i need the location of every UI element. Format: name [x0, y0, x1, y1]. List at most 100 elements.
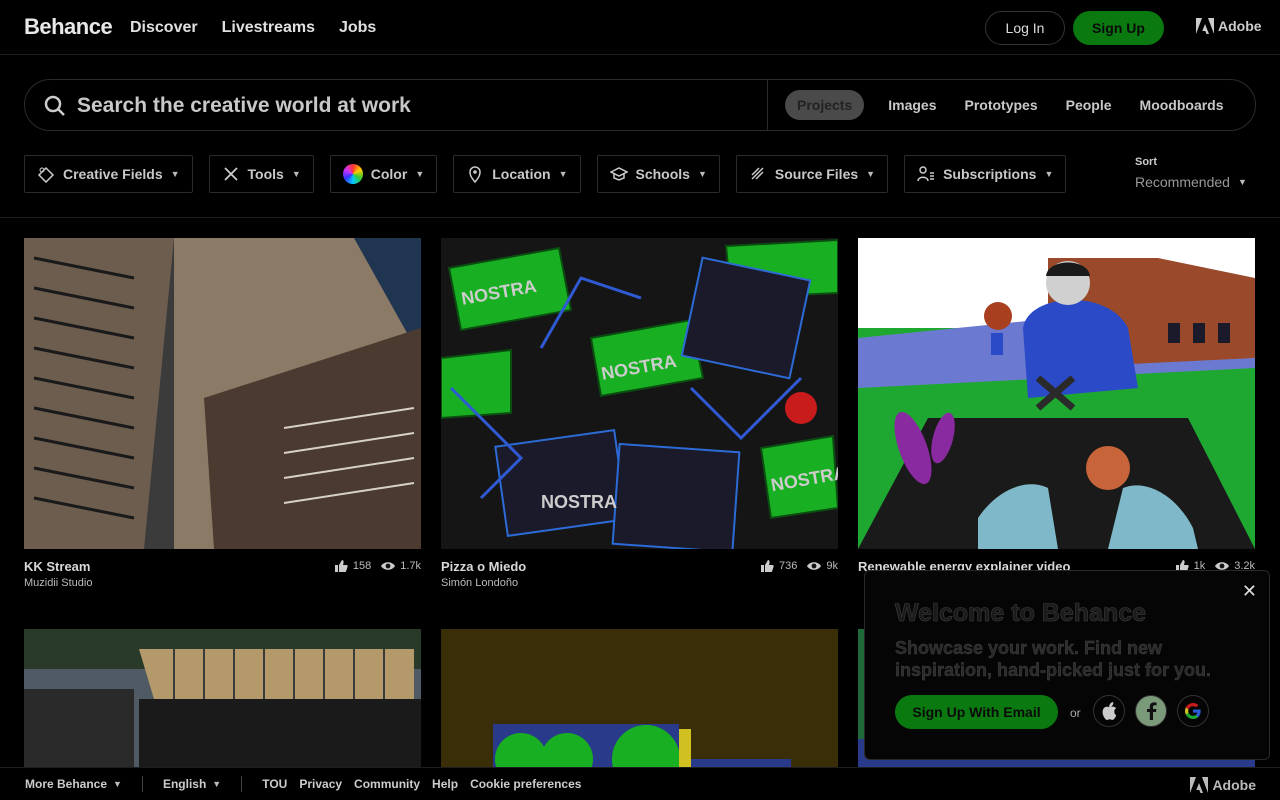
views-count: 9k — [826, 560, 838, 572]
search-icon — [44, 95, 65, 116]
caret-down-icon: ▼ — [1044, 169, 1054, 179]
filter-label: Tools — [247, 166, 284, 182]
views-stat: 9k — [807, 559, 838, 573]
project-author[interactable]: Simón Londoño — [441, 577, 518, 589]
close-icon[interactable]: ✕ — [1242, 581, 1257, 602]
filter-label: Creative Fields — [63, 166, 163, 182]
footer-bar: More Behance ▼ English ▼ TOU Privacy Com… — [0, 767, 1280, 800]
facebook-icon — [1147, 702, 1157, 720]
nav-discover[interactable]: Discover — [130, 19, 198, 37]
project-author[interactable]: Muzidii Studio — [24, 577, 92, 589]
project-title[interactable]: KK Stream — [24, 559, 90, 574]
thumbs-up-icon — [761, 560, 774, 572]
project-stats: 736 9k — [760, 559, 838, 573]
project-title[interactable]: Pizza o Miedo — [441, 559, 526, 574]
filter-creative-fields[interactable]: Creative Fields ▼ — [24, 155, 193, 193]
filter-divider — [0, 217, 1280, 218]
language-selector[interactable]: English ▼ — [163, 777, 221, 791]
tab-images[interactable]: Images — [876, 90, 948, 120]
project-card[interactable] — [24, 629, 421, 767]
project-card[interactable]: KK Stream Muzidii Studio 158 1.7k — [24, 238, 421, 589]
search-input[interactable] — [77, 92, 737, 120]
filter-label: Color — [370, 166, 408, 182]
views-count: 1.7k — [400, 560, 421, 572]
caret-down-icon: ▼ — [113, 779, 122, 789]
project-thumbnail[interactable] — [858, 238, 1255, 549]
welcome-title: Welcome to Behance — [895, 599, 1147, 628]
footer-link-cookie-preferences[interactable]: Cookie preferences — [470, 777, 581, 791]
language-label: English — [162, 777, 207, 791]
likes-count: 158 — [352, 560, 372, 572]
project-thumbnail[interactable] — [24, 238, 421, 549]
facebook-signin-button[interactable] — [1135, 695, 1167, 727]
tab-prototypes[interactable]: Prototypes — [953, 90, 1050, 120]
caret-down-icon: ▼ — [415, 169, 425, 179]
or-separator: or — [1070, 706, 1081, 720]
adobe-label: Adobe — [1218, 18, 1262, 34]
sort-selected: Recommended — [1135, 174, 1230, 190]
filter-color[interactable]: Color ▼ — [329, 155, 438, 193]
footer-link-privacy[interactable]: Privacy — [299, 777, 342, 791]
adobe-link[interactable]: Adobe — [1196, 18, 1262, 34]
signup-button[interactable]: Sign Up — [1073, 11, 1164, 45]
adobe-label: Adobe — [1212, 777, 1256, 793]
filter-bar: Creative Fields ▼ Tools ▼ Color ▼ Locati… — [24, 155, 1067, 193]
search-type-tabs: Projects Images Prototypes People Moodbo… — [785, 90, 1236, 120]
footer-link-community[interactable]: Community — [354, 777, 420, 791]
sort-label: Sort — [1135, 156, 1157, 168]
sort-value: Recommended ▼ — [1135, 174, 1247, 190]
filter-label: Location — [492, 166, 551, 182]
more-behance-menu[interactable]: More Behance ▼ — [25, 777, 122, 791]
project-card[interactable]: Renewable energy explainer video 1k 3.2k — [858, 238, 1255, 589]
filter-label: Subscriptions — [943, 166, 1037, 182]
filter-subscriptions[interactable]: Subscriptions ▼ — [904, 155, 1067, 193]
filter-location[interactable]: Location ▼ — [453, 155, 581, 193]
project-thumbnail[interactable] — [24, 629, 421, 767]
more-behance-label: More Behance — [25, 777, 108, 791]
adobe-footer-link[interactable]: Adobe — [1190, 777, 1256, 793]
graduation-cap-icon — [609, 167, 628, 181]
views-stat: 1.7k — [381, 559, 421, 573]
filter-tools[interactable]: Tools ▼ — [208, 155, 314, 193]
tab-moodboards[interactable]: Moodboards — [1128, 90, 1236, 120]
footer-link-help[interactable]: Help — [432, 777, 458, 791]
welcome-subtitle: Showcase your work. Find new inspiration… — [895, 638, 1212, 680]
filter-source-files[interactable]: Source Files ▼ — [735, 155, 889, 193]
project-card[interactable]: NOSTRA NOSTRA NOSTRA NOSTRA Pizza o Mied… — [441, 238, 838, 589]
filter-label: Source Files — [774, 166, 859, 182]
project-image — [858, 238, 1255, 549]
project-thumbnail[interactable] — [441, 629, 838, 767]
source-files-icon — [751, 167, 764, 180]
filter-schools[interactable]: Schools ▼ — [596, 155, 720, 193]
eye-icon — [381, 562, 396, 570]
behance-logo[interactable]: Behance — [24, 14, 113, 40]
caret-down-icon: ▼ — [291, 169, 301, 179]
nav-jobs[interactable]: Jobs — [339, 19, 376, 37]
footer-link-tou[interactable]: TOU — [262, 777, 287, 791]
caret-down-icon: ▼ — [212, 779, 222, 789]
likes-count: 736 — [779, 560, 798, 572]
caret-down-icon: ▼ — [170, 169, 180, 179]
google-signin-button[interactable] — [1177, 695, 1209, 727]
thumbs-up-icon — [334, 560, 348, 572]
caret-down-icon: ▼ — [697, 169, 707, 179]
project-card[interactable] — [441, 629, 838, 767]
apple-icon — [1102, 702, 1117, 720]
project-meta: Pizza o Miedo Simón Londoño 736 9k — [441, 549, 838, 589]
likes-stat: 158 — [334, 559, 371, 573]
subscriptions-icon — [917, 166, 935, 182]
footer-divider — [141, 776, 143, 792]
tab-people[interactable]: People — [1054, 90, 1124, 120]
location-pin-icon — [469, 166, 481, 183]
footer-divider — [241, 776, 243, 792]
nav-livestreams[interactable]: Livestreams — [222, 19, 315, 37]
caret-down-icon: ▼ — [866, 169, 876, 179]
filter-label: Schools — [635, 166, 690, 182]
sort-dropdown[interactable]: Sort Recommended ▼ — [1135, 156, 1247, 190]
tab-projects[interactable]: Projects — [785, 90, 865, 120]
project-stats: 158 1.7k — [334, 559, 421, 573]
signup-email-button[interactable]: Sign Up With Email — [895, 695, 1058, 729]
project-thumbnail[interactable]: NOSTRA NOSTRA NOSTRA NOSTRA — [441, 238, 838, 549]
apple-signin-button[interactable] — [1093, 695, 1125, 727]
login-button[interactable]: Log In — [985, 11, 1065, 45]
